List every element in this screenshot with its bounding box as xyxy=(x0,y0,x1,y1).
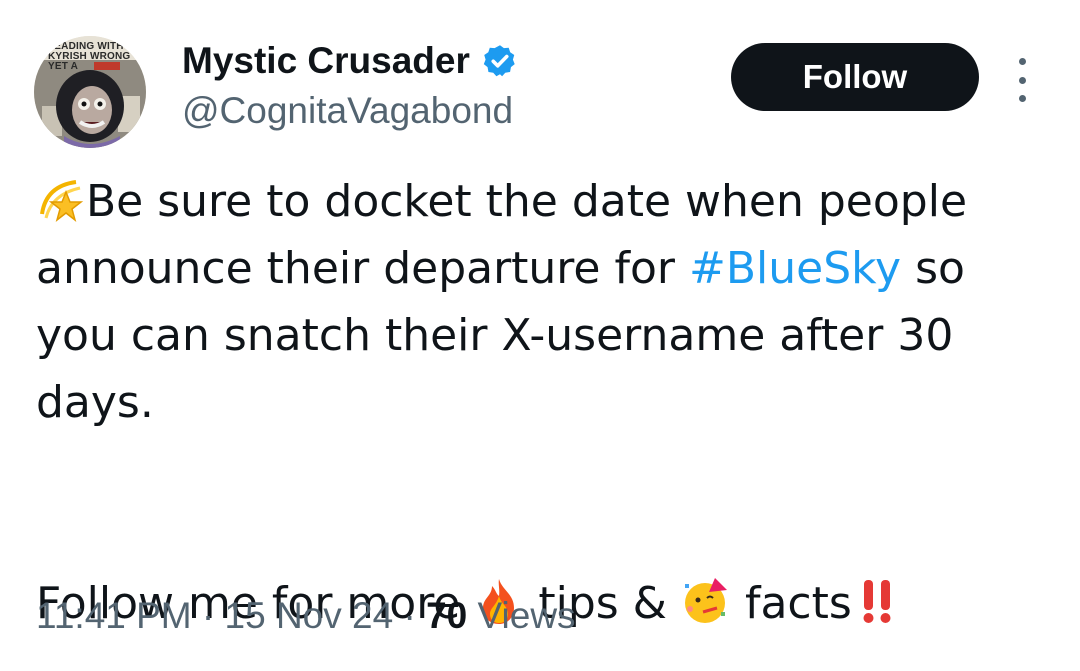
more-vertical-icon[interactable] xyxy=(1010,58,1034,102)
avatar[interactable]: LEADING WITH IN KYRISH WRONG YET A xyxy=(34,36,146,148)
author-display-name[interactable]: Mystic Crusader xyxy=(182,38,518,84)
display-name-text[interactable]: Mystic Crusader xyxy=(182,38,470,84)
tweet-date[interactable]: 15 Nov 24 xyxy=(225,595,394,636)
verified-badge-icon xyxy=(483,45,515,77)
views-count: 70 xyxy=(426,595,468,636)
tweet-time[interactable]: 11:41 PM xyxy=(36,595,192,636)
follow-button[interactable]: Follow xyxy=(731,43,979,111)
double-exclamation-emoji-icon xyxy=(863,580,891,623)
views-label: Views xyxy=(467,595,576,636)
hashtag-link[interactable]: #BlueSky xyxy=(689,243,901,294)
tweet-paragraph-1: Be sure to docket the date when people a… xyxy=(36,176,968,428)
author-handle[interactable]: @CognitaVagabond xyxy=(182,88,513,134)
tweet-meta: 11:41 PM · 15 Nov 24 · 70 Views xyxy=(36,595,576,636)
partying-face-emoji-icon xyxy=(684,578,727,623)
dizzy-star-emoji-icon xyxy=(40,180,84,222)
avatar-caption: LEADING WITH IN KYRISH WRONG YET A xyxy=(48,41,138,72)
tweet-text: Be sure to docket the date when people a… xyxy=(36,168,1056,637)
